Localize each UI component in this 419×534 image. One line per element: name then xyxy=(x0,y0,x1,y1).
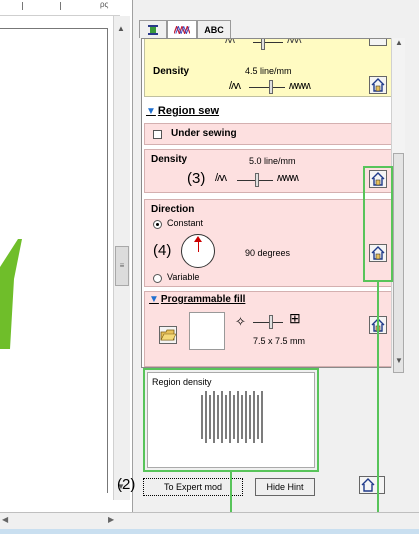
scroll-thumb[interactable]: ≡ xyxy=(115,246,129,286)
home-wrench-icon xyxy=(361,478,375,492)
expert-mode-button[interactable]: To Expert mod xyxy=(143,478,243,496)
highlight-hint-area xyxy=(143,368,319,472)
direction-dial[interactable] xyxy=(181,234,215,268)
thread-spool-icon xyxy=(148,24,158,35)
region-density-label: Density xyxy=(151,154,188,165)
degrees-value: 90 degrees xyxy=(245,248,291,258)
grid-icon: ⊞ xyxy=(289,310,301,326)
sun-icon: ✧ xyxy=(235,314,246,329)
tab-text[interactable]: ABC xyxy=(197,20,231,38)
under-sewing-checkbox[interactable] xyxy=(153,130,162,139)
annotation-3: (3) xyxy=(187,170,206,187)
scroll-up-icon[interactable]: ▲ xyxy=(395,38,403,47)
canvas-vertical-scrollbar[interactable]: ▲ ≡ ▼ xyxy=(113,16,130,500)
open-folder-button[interactable] xyxy=(159,326,177,344)
ruler-tick xyxy=(60,2,61,10)
variable-label: Variable xyxy=(167,272,200,282)
slider-knob[interactable] xyxy=(261,39,265,50)
ruler-tick xyxy=(22,2,23,10)
density-slider-knob[interactable] xyxy=(269,80,273,94)
region-density-slider-knob[interactable] xyxy=(255,173,259,187)
embroidery-shape[interactable] xyxy=(0,239,32,349)
horizontal-ruler: ρς xyxy=(0,0,120,16)
under-sewing-row: Under sewing xyxy=(144,123,392,145)
fill-size-value: 7.5 x 7.5 mm xyxy=(253,336,306,346)
under-sewing-label: Under sewing xyxy=(171,128,237,139)
text-tab-icon: ABC xyxy=(204,24,224,35)
default-button[interactable] xyxy=(369,39,387,46)
direction-row: Direction Constant (4) 90 degrees Variab… xyxy=(144,199,392,287)
tab-sew-type[interactable] xyxy=(167,20,197,38)
region-sew-header[interactable]: ▼ Region sew xyxy=(146,105,219,117)
annotation-4: (4) xyxy=(153,242,172,259)
horizontal-scrollbar[interactable]: ◀ ▶ xyxy=(0,512,419,534)
settings-scroll-thumb[interactable] xyxy=(393,153,404,373)
scroll-down-icon[interactable]: ▼ xyxy=(395,356,403,365)
density-slider-track xyxy=(249,87,285,88)
outline-sew-section: ʌʌ ʌʌʌ Density 4.5 line/mm /ʌʌ ʍʍʍ xyxy=(144,38,392,97)
settings-scroll-area: ʌʌ ʌʌʌ Density 4.5 line/mm /ʌʌ ʍʍʍ ▼ Regi… xyxy=(141,38,399,368)
tab-thread-color[interactable] xyxy=(139,20,167,38)
programmable-fill-title: Programmable fill xyxy=(160,294,246,305)
density-default-button[interactable] xyxy=(369,76,387,94)
status-strip xyxy=(0,529,419,534)
density-label: Density xyxy=(153,66,190,77)
slider-track xyxy=(253,42,283,43)
low-density-icon: /ʌʌ xyxy=(215,172,227,184)
callout-line-right xyxy=(377,282,379,533)
scroll-right-icon[interactable]: ▶ xyxy=(108,515,114,524)
home-icon xyxy=(371,78,385,92)
set-default-all-button[interactable] xyxy=(359,476,385,494)
high-density-icon: ʌʌʌ xyxy=(287,38,301,46)
programmable-fill-header[interactable]: ▼ Programmable fill xyxy=(149,294,245,305)
design-canvas-area: ρς xyxy=(0,0,120,500)
density-value: 4.5 line/mm xyxy=(245,66,292,76)
fill-size-slider-track xyxy=(253,322,283,323)
ruler-label: ρς xyxy=(100,0,109,9)
low-density-icon: ʌʌ xyxy=(225,38,235,46)
direction-label: Direction xyxy=(151,204,195,215)
stitch-pattern-icon xyxy=(174,25,190,34)
low-density-icon: /ʌʌ xyxy=(229,80,241,92)
constant-label: Constant xyxy=(167,218,204,228)
sewing-attributes-panel: ABC ʌʌ ʌʌʌ Density 4.5 line/mm /ʌʌ ʍʍʍ ▼… xyxy=(117,0,419,533)
region-sew-title: Region sew xyxy=(157,105,220,117)
panel-tabs: ABC xyxy=(139,20,231,38)
variable-radio[interactable] xyxy=(153,274,162,283)
annotation-2: (2) xyxy=(117,476,136,493)
collapse-triangle-icon[interactable]: ▼ xyxy=(146,106,156,117)
hide-hint-button[interactable]: Hide Hint xyxy=(255,478,315,496)
region-density-row: Density 5.0 line/mm (3) /ʌʌ ʍʍʍ xyxy=(144,149,392,193)
fill-size-slider-knob[interactable] xyxy=(269,315,273,329)
high-density-icon: ʍʍʍ xyxy=(277,172,299,184)
scroll-left-icon[interactable]: ◀ xyxy=(2,515,8,524)
constant-radio[interactable] xyxy=(153,220,162,229)
programmable-fill-row: ▼ Programmable fill ✧ ⊞ 7.5 x 7.5 mm xyxy=(144,291,392,367)
region-density-value: 5.0 line/mm xyxy=(249,156,296,166)
pattern-preview[interactable] xyxy=(189,312,225,350)
collapse-triangle-icon[interactable]: ▼ xyxy=(149,294,159,305)
highlight-default-buttons xyxy=(363,166,393,282)
design-canvas[interactable] xyxy=(0,28,108,493)
direction-arrow-icon xyxy=(194,236,202,242)
settings-scrollbar[interactable]: ▲ ▼ xyxy=(391,38,405,373)
folder-icon xyxy=(160,329,176,341)
scroll-up-icon[interactable]: ▲ xyxy=(117,24,125,33)
high-density-icon: ʍʍʍ xyxy=(289,80,311,92)
